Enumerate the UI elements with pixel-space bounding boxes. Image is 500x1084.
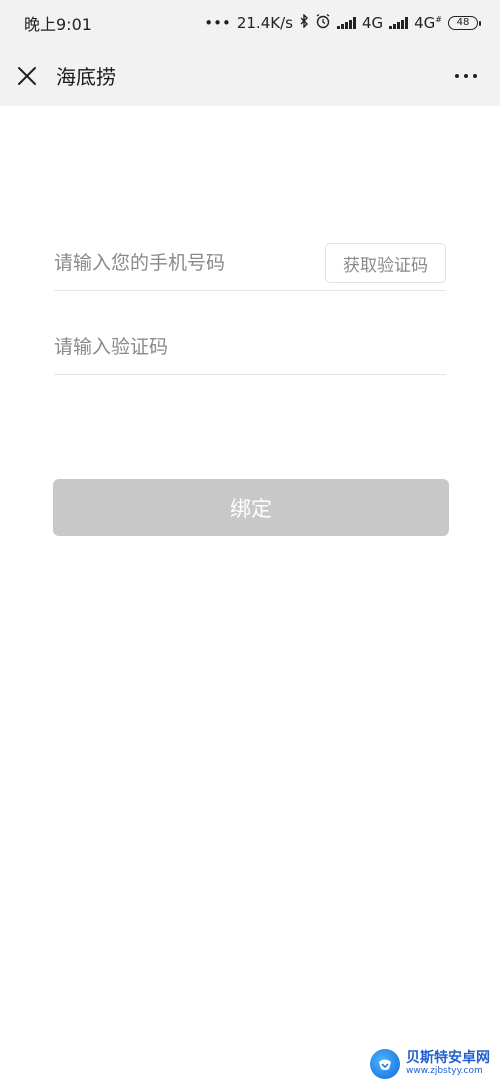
close-icon [18,66,36,85]
battery-level: 48 [456,16,470,28]
more-dots-icon [455,73,477,78]
battery-icon: 48 [448,15,481,30]
status-bar: 晚上9:01 ••• 21.4K/s 4G 4G# 48 [0,0,500,45]
verification-code-input[interactable] [54,336,446,358]
bind-button[interactable]: 绑定 [53,479,449,536]
bluetooth-icon [299,12,309,32]
network-type-2: 4G# [414,14,442,32]
signal-icon [336,16,356,29]
watermark-logo-icon [370,1049,400,1079]
status-time: 晚上9:01 [24,14,92,34]
status-indicators: ••• 21.4K/s 4G 4G# 48 [204,12,481,33]
network-type-2-suffix: # [435,14,442,24]
nav-bar: 海底捞 [0,45,500,106]
more-button[interactable] [446,61,486,91]
phone-input[interactable] [54,252,325,274]
network-speed: 21.4K/s [236,13,293,32]
alarm-icon [315,13,331,33]
phone-field: 获取验证码 [54,236,446,291]
code-field [54,320,446,375]
network-type-1: 4G [361,13,384,32]
close-button[interactable] [14,63,40,89]
watermark-name: 贝斯特安卓网 [406,1050,490,1067]
network-type-2-label: 4G [414,13,436,32]
status-dots: ••• [204,13,231,32]
watermark-text: 贝斯特安卓网 www.zjbstyy.com [406,1050,490,1076]
signal-icon-2 [389,16,409,29]
page-title: 海底捞 [56,65,116,89]
get-code-button[interactable]: 获取验证码 [325,243,446,283]
site-watermark: 贝斯特安卓网 www.zjbstyy.com [370,1044,500,1084]
watermark-url: www.zjbstyy.com [406,1065,483,1076]
